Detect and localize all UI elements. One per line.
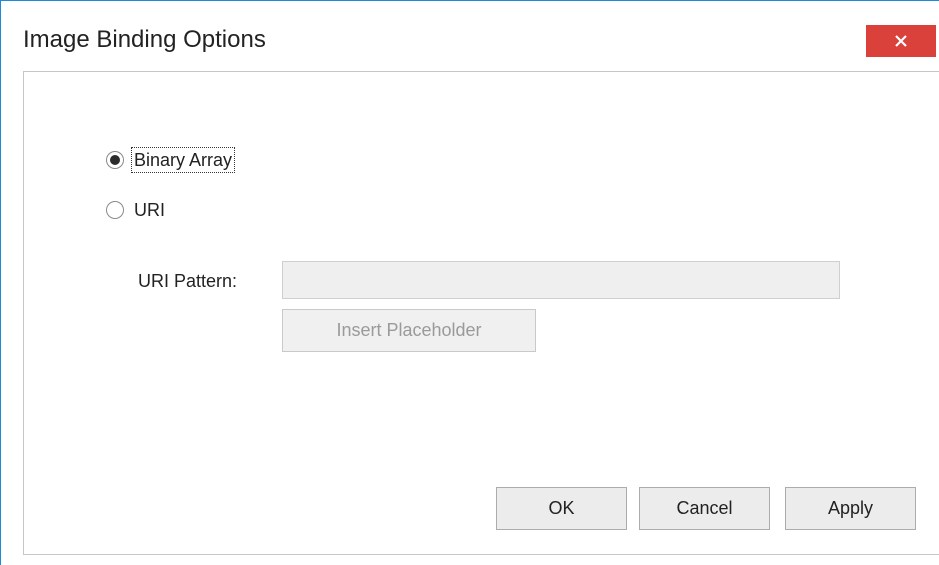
binary-array-radio[interactable]: Binary Array [106,147,236,173]
apply-button[interactable]: Apply [785,487,916,530]
binary-array-label: Binary Array [130,147,236,173]
image-binding-options-dialog: Image Binding Options Binary Array URI U… [0,0,939,565]
radio-unselected-icon [106,201,124,219]
dialog-content: Binary Array URI URI Pattern: Insert Pla… [23,71,939,555]
ok-button[interactable]: OK [496,487,627,530]
cancel-button[interactable]: Cancel [639,487,770,530]
title-bar[interactable]: Image Binding Options [1,1,939,71]
uri-pattern-label: URI Pattern: [138,271,238,291]
close-icon [895,35,907,47]
uri-radio[interactable]: URI [106,198,167,222]
insert-placeholder-button[interactable]: Insert Placeholder [282,309,536,352]
uri-pattern-input[interactable] [282,261,840,299]
radio-dot [110,155,120,165]
dialog-title: Image Binding Options [23,26,266,53]
close-button[interactable] [866,25,936,57]
radio-selected-icon [106,151,124,169]
uri-label: URI [134,200,165,220]
